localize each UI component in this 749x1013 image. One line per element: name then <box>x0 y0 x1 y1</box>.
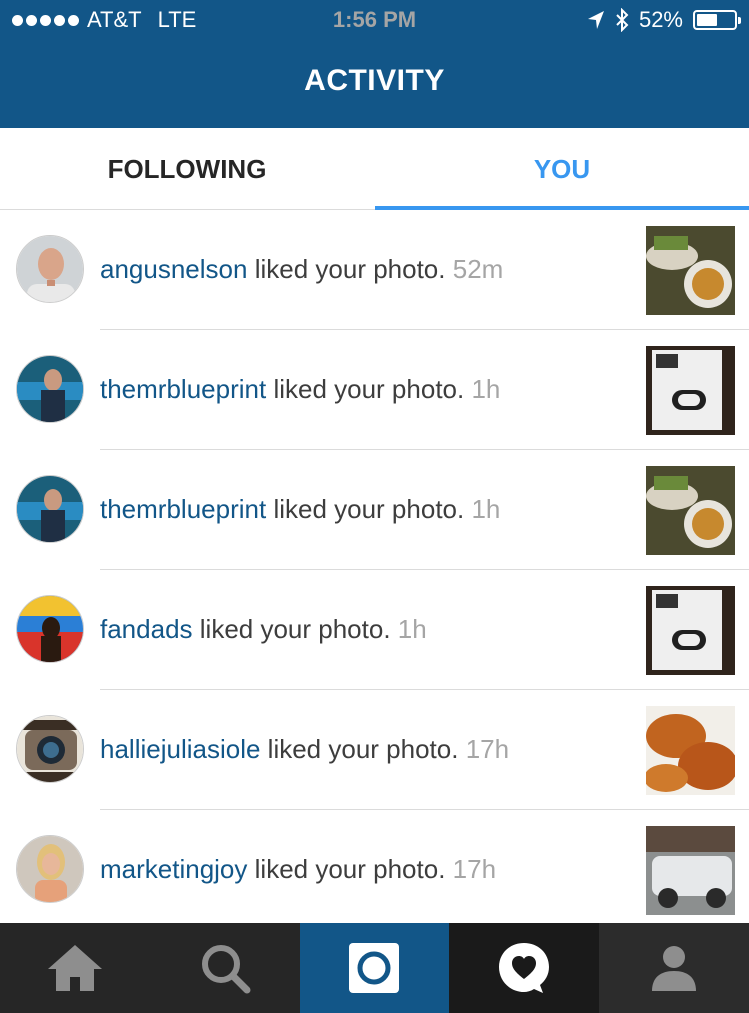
username-link[interactable]: themrblueprint <box>100 494 266 524</box>
tab-you-label: YOU <box>533 154 591 184</box>
list-item[interactable]: angusnelson liked your photo. 52m <box>0 210 749 330</box>
bluetooth-icon <box>616 8 629 32</box>
action-text: liked your photo. <box>254 854 446 884</box>
activity-tabs: FOLLOWING YOU <box>0 128 749 210</box>
camera-icon <box>349 943 400 993</box>
username-link[interactable]: marketingjoy <box>100 854 247 884</box>
timestamp: 17h <box>465 734 510 764</box>
home-tab[interactable] <box>0 923 150 1013</box>
battery-icon <box>693 10 741 30</box>
profile-tab[interactable] <box>599 923 749 1013</box>
bottom-tab-bar <box>0 923 749 1013</box>
tab-you[interactable]: YOU <box>375 128 749 210</box>
action-text: liked your photo. <box>273 494 465 524</box>
username-link[interactable]: halliejuliasiole <box>100 734 260 764</box>
camera-tab[interactable] <box>299 923 450 1013</box>
avatar[interactable] <box>16 235 84 303</box>
timestamp: 1h <box>471 374 501 404</box>
username-link[interactable]: angusnelson <box>100 254 247 284</box>
timestamp: 1h <box>397 614 427 644</box>
action-text: liked your photo. <box>273 374 465 404</box>
search-tab[interactable] <box>150 923 300 1013</box>
activity-list: angusnelson liked your photo. 52m themrb… <box>0 210 749 930</box>
page-title: ACTIVITY <box>304 64 445 97</box>
timestamp: 1h <box>471 494 501 524</box>
list-item[interactable]: themrblueprint liked your photo. 1h <box>0 330 749 450</box>
timestamp: 17h <box>452 854 497 884</box>
location-arrow-icon <box>587 11 604 29</box>
timestamp: 52m <box>452 254 504 284</box>
photo-thumbnail[interactable] <box>646 346 735 435</box>
avatar[interactable] <box>16 475 84 543</box>
action-text: liked your photo. <box>199 614 391 644</box>
home-icon <box>47 945 102 991</box>
activity-tab[interactable] <box>449 923 600 1013</box>
list-item[interactable]: marketingjoy liked your photo. 17h <box>0 810 749 930</box>
top-bar: AT&T LTE 1:56 PM 52% ACTIVITY <box>0 0 749 128</box>
action-text: liked your photo. <box>267 734 459 764</box>
photo-thumbnail[interactable] <box>646 826 735 915</box>
photo-thumbnail[interactable] <box>646 226 735 315</box>
battery-percent: 52% <box>638 7 683 32</box>
tab-following[interactable]: FOLLOWING <box>0 128 374 210</box>
search-icon <box>201 945 251 994</box>
avatar[interactable] <box>16 595 84 663</box>
photo-thumbnail[interactable] <box>646 706 735 795</box>
activity-heart-icon <box>499 943 550 993</box>
status-bar: AT&T LTE 1:56 PM 52% <box>0 0 749 40</box>
username-link[interactable]: fandads <box>100 614 193 644</box>
avatar[interactable] <box>16 715 84 783</box>
photo-thumbnail[interactable] <box>646 466 735 555</box>
list-item[interactable]: themrblueprint liked your photo. 1h <box>0 450 749 570</box>
avatar[interactable] <box>16 835 84 903</box>
action-text: liked your photo. <box>254 254 446 284</box>
list-item[interactable]: halliejuliasiole liked your photo. 17h <box>0 690 749 810</box>
profile-icon <box>652 946 697 991</box>
avatar[interactable] <box>16 355 84 423</box>
photo-thumbnail[interactable] <box>646 586 735 675</box>
username-link[interactable]: themrblueprint <box>100 374 266 404</box>
list-item[interactable]: fandads liked your photo. 1h <box>0 570 749 690</box>
